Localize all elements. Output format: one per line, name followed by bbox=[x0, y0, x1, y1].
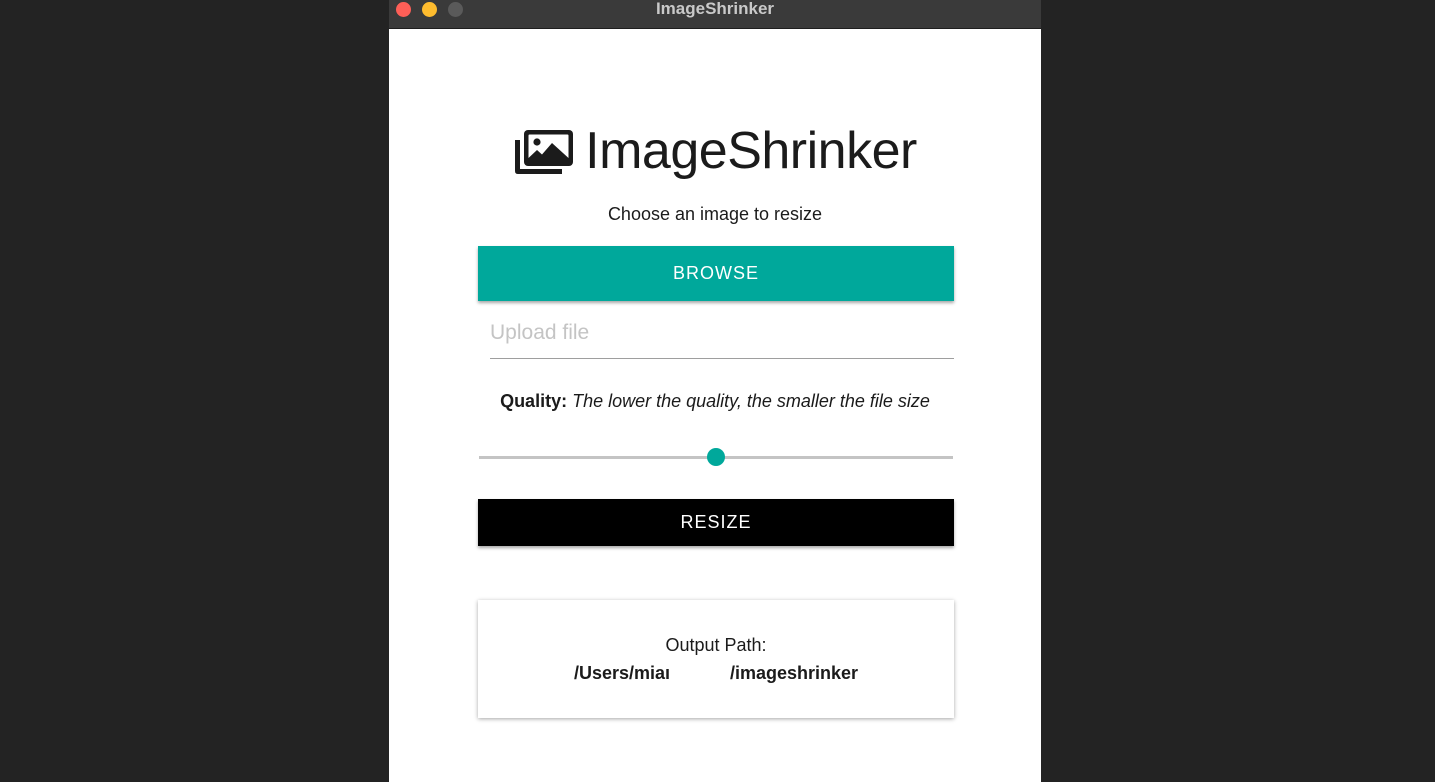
slider-thumb[interactable] bbox=[707, 448, 725, 466]
app-window: ImageShrinker ImageShrinker Choose an im… bbox=[389, 0, 1041, 782]
quality-description: Quality: The lower the quality, the smal… bbox=[389, 391, 1041, 412]
app-header: ImageShrinker bbox=[389, 121, 1041, 181]
app-name-heading: ImageShrinker bbox=[585, 122, 917, 180]
output-path-value: /Users/miaı /imageshrinker bbox=[573, 663, 859, 683]
output-path-label: Output Path: bbox=[665, 635, 767, 655]
browse-button[interactable]: BROWSE bbox=[478, 246, 954, 301]
quality-hint: The lower the quality, the smaller the f… bbox=[572, 391, 930, 411]
output-path-card: Output Path: /Users/miaı /imageshrinker bbox=[478, 600, 954, 718]
main-content: ImageShrinker Choose an image to resize … bbox=[389, 29, 1041, 782]
window-title: ImageShrinker bbox=[655, 0, 775, 18]
quality-slider[interactable] bbox=[479, 447, 953, 469]
title-bar[interactable]: ImageShrinker bbox=[389, 0, 1041, 29]
resize-button[interactable]: RESIZE bbox=[478, 499, 954, 546]
instruction-text: Choose an image to resize bbox=[607, 204, 823, 224]
images-icon bbox=[515, 130, 574, 174]
quality-label: Quality: bbox=[500, 391, 568, 411]
upload-file-input[interactable] bbox=[490, 307, 954, 359]
